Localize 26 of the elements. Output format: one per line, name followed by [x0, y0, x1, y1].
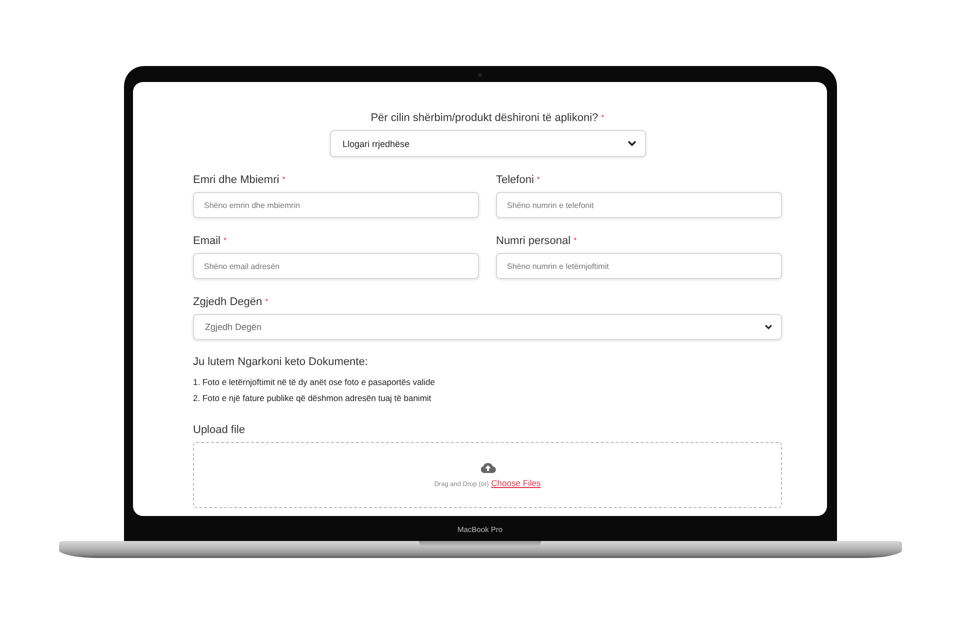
chevron-down-icon [764, 324, 773, 330]
field-label: Për cilin shërbim/produkt dëshironi të aplikoni? [370, 112, 598, 124]
instruction-item: 1. Foto e letërnjoftimit në të dy anët ose foto e pasaportës valide [193, 376, 436, 389]
input-field[interactable]: Shëno numrin e letërnjoftimit [496, 253, 782, 279]
service-dropdown[interactable]: Llogari rrjedhëse [330, 130, 646, 157]
field-label: Telefoni [496, 174, 534, 186]
field-label: Email [193, 235, 221, 247]
field-label: Upload file [193, 423, 246, 437]
branch-dropdown[interactable]: Zgjedh Degën [193, 314, 782, 340]
required-mark: * [574, 236, 577, 245]
field-label: Zgjedh Degën [193, 296, 262, 308]
choose-files-link[interactable]: Choose Files [491, 478, 541, 488]
input-field[interactable]: Shëno numrin e telefonit [496, 192, 782, 218]
required-mark: * [282, 175, 286, 184]
instruction-item: 2. Foto e një fature publike që dëshmon adresën tuaj të banimit [193, 392, 432, 405]
field-label: Numri personal [496, 235, 571, 247]
required-mark: * [224, 236, 227, 245]
input-field[interactable]: Shëno emrin dhe mbiemrin [193, 192, 479, 218]
required-mark: * [265, 297, 268, 306]
instructions-heading: Ju lutem Ngarkoni keto Dokumente: [193, 356, 369, 368]
required-mark: * [601, 113, 604, 122]
field-label: Emri dhe Mbiemri [193, 174, 280, 186]
input-field[interactable]: Shëno email adresën [193, 253, 479, 279]
chevron-down-icon [626, 140, 636, 147]
required-mark: * [536, 175, 540, 184]
cloud-upload-icon [480, 462, 496, 473]
